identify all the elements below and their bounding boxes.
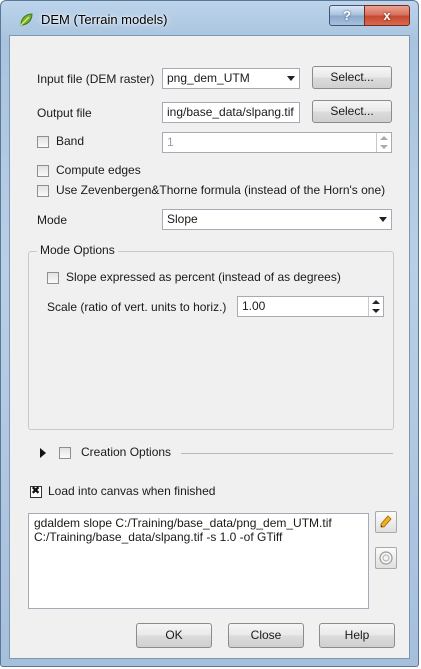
band-spinbox[interactable]: 1 <box>162 132 392 153</box>
window-title: DEM (Terrain models) <box>41 12 168 27</box>
band-label: Band <box>56 134 85 148</box>
mode-options-title: Mode Options <box>37 243 118 257</box>
output-file-field[interactable]: ing/base_data/slpang.tif <box>162 102 300 123</box>
mode-label: Mode <box>37 213 68 227</box>
ok-button[interactable]: OK <box>136 623 212 648</box>
spin-arrows-icon[interactable] <box>376 133 391 152</box>
input-file-combo[interactable]: png_dem_UTM <box>162 68 300 89</box>
band-checkbox[interactable] <box>37 136 49 148</box>
input-select-button[interactable]: Select... <box>312 66 392 89</box>
slope-percent-label: Slope expressed as percent (instead of a… <box>66 270 341 284</box>
scale-value: 1.00 <box>242 299 266 313</box>
output-select-button[interactable]: Select... <box>312 100 392 123</box>
load-canvas-checkbox[interactable] <box>30 484 42 498</box>
edit-command-button[interactable] <box>375 511 397 533</box>
input-file-value: png_dem_UTM <box>167 71 250 85</box>
compute-edges-checkbox[interactable] <box>37 165 49 177</box>
chevron-down-icon <box>287 76 295 81</box>
dialog-window: DEM (Terrain models) ? x Input file (DEM… <box>0 0 419 667</box>
load-canvas-label: Load into canvas when finished <box>48 484 216 498</box>
band-value: 1 <box>167 135 174 149</box>
scale-spinbox[interactable]: 1.00 <box>237 296 384 317</box>
reset-circle-icon <box>379 551 393 565</box>
pencil-icon <box>380 515 392 528</box>
compute-edges-label: Compute edges <box>56 163 141 177</box>
creation-options-checkbox[interactable] <box>59 447 71 459</box>
slope-percent-checkbox[interactable] <box>47 272 59 284</box>
title-help-button[interactable]: ? <box>329 5 365 26</box>
qgis-leaf-icon <box>20 13 33 26</box>
zevenbergen-checkbox[interactable] <box>37 185 49 197</box>
spin-arrows-icon[interactable] <box>368 297 383 316</box>
output-file-label: Output file <box>37 106 92 120</box>
command-text-area[interactable]: gdaldem slope C:/Training/base_data/png_… <box>28 513 369 609</box>
title-bar[interactable]: DEM (Terrain models) ? x <box>1 1 418 35</box>
input-file-label: Input file (DEM raster) <box>37 72 155 86</box>
chevron-down-icon <box>379 217 387 222</box>
scale-label: Scale (ratio of vert. units to horiz.) <box>47 300 227 314</box>
close-button[interactable]: Close <box>228 623 304 648</box>
title-close-button[interactable]: x <box>364 5 410 26</box>
reset-command-button[interactable] <box>375 547 397 569</box>
mode-value: Slope <box>167 212 198 226</box>
creation-options-separator <box>181 453 393 454</box>
creation-options-label: Creation Options <box>81 445 172 459</box>
expand-arrow-icon[interactable] <box>40 448 46 458</box>
help-button[interactable]: Help <box>319 623 395 648</box>
zevenbergen-label: Use Zevenbergen&Thorne formula (instead … <box>56 183 386 197</box>
mode-combo[interactable]: Slope <box>162 209 392 230</box>
